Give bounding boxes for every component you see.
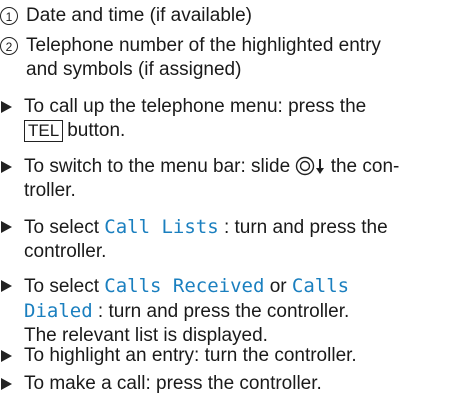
manual-page: 1 Date and time (if available) 2 Telepho…	[0, 0, 464, 401]
step-text: To switch to the menu bar: slide the con…	[24, 156, 400, 201]
controller-slide-down-icon	[296, 156, 315, 176]
step-text: To highlight an entry: turn the controll…	[24, 345, 357, 366]
bullet-triangle-icon	[1, 221, 12, 233]
step-text: To select Call Lists : turn and press th…	[24, 216, 388, 262]
callout-number-2: 2	[0, 37, 18, 55]
step-text: To select Calls Received or Calls Dialed…	[24, 275, 350, 346]
callout-number-1: 1	[0, 7, 18, 25]
menu-item-call-lists: Call Lists	[104, 216, 219, 238]
step-make-call: To make a call: press the controller.	[0, 372, 460, 396]
step-select-call-lists: To select Call Lists : turn and press th…	[0, 215, 460, 264]
step-text: To call up the telephone menu: press the…	[24, 96, 367, 142]
menu-item-calls-dialed-part1: Calls	[291, 275, 350, 297]
legend-item-1: 1 Date and time (if available)	[0, 4, 460, 28]
tel-key-label: TEL	[24, 120, 64, 142]
step-highlight-entry: To highlight an entry: turn the controll…	[0, 344, 460, 368]
step-select-calls-list: To select Calls Received or Calls Dialed…	[0, 274, 460, 348]
bullet-triangle-icon	[1, 280, 12, 292]
bullet-triangle-icon	[1, 350, 12, 362]
bullet-triangle-icon	[1, 378, 12, 390]
arrow-down-icon	[316, 159, 325, 174]
bullet-triangle-icon	[1, 161, 12, 173]
step-call-telephone-menu: To call up the telephone menu: press the…	[0, 95, 460, 143]
legend-text-2-line1: Telephone number of the highlighted entr…	[26, 35, 381, 56]
step-switch-menu-bar: To switch to the menu bar: slide the con…	[0, 155, 460, 203]
legend-text-2-line2: and symbols (if assigned)	[26, 59, 242, 80]
menu-item-calls-dialed-part2: Dialed	[24, 300, 93, 322]
menu-item-calls-received: Calls Received	[104, 275, 265, 297]
legend-item-2: 2 Telephone number of the highlighted en…	[0, 34, 460, 82]
step-text: To make a call: press the controller.	[24, 373, 322, 394]
legend-text-1: Date and time (if available)	[26, 5, 252, 26]
legend-text-2: Telephone number of the highlighted entr…	[26, 34, 381, 82]
bullet-triangle-icon	[1, 101, 12, 113]
